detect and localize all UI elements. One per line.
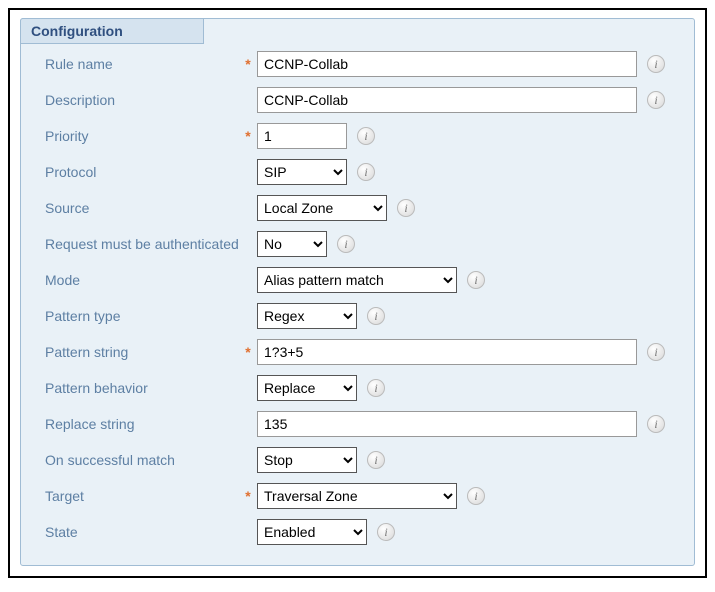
input-replace-string[interactable] <box>257 411 637 437</box>
window-frame: Configuration Rule name * i Description … <box>8 8 707 578</box>
row-replace-string: Replace string i <box>39 411 676 437</box>
label-priority: Priority <box>39 128 239 144</box>
label-state: State <box>39 524 239 540</box>
label-source: Source <box>39 200 239 216</box>
select-mode[interactable]: Alias pattern match <box>257 267 457 293</box>
info-icon[interactable]: i <box>377 523 395 541</box>
label-auth: Request must be authenticated <box>39 236 239 252</box>
input-rule-name[interactable] <box>257 51 637 77</box>
row-priority: Priority * i <box>39 123 676 149</box>
row-pattern-behavior: Pattern behavior Replace i <box>39 375 676 401</box>
info-icon[interactable]: i <box>357 127 375 145</box>
label-description: Description <box>39 92 239 108</box>
label-protocol: Protocol <box>39 164 239 180</box>
info-icon[interactable]: i <box>647 343 665 361</box>
label-target: Target <box>39 488 239 504</box>
info-icon[interactable]: i <box>357 163 375 181</box>
required-marker: * <box>239 344 257 360</box>
panel-title: Configuration <box>20 18 204 44</box>
select-pattern-type[interactable]: Regex <box>257 303 357 329</box>
required-marker: * <box>239 56 257 72</box>
required-marker: * <box>239 128 257 144</box>
select-auth[interactable]: No <box>257 231 327 257</box>
configuration-panel: Configuration Rule name * i Description … <box>20 18 695 566</box>
label-mode: Mode <box>39 272 239 288</box>
label-rule-name: Rule name <box>39 56 239 72</box>
select-target[interactable]: Traversal Zone <box>257 483 457 509</box>
select-on-match[interactable]: Stop <box>257 447 357 473</box>
info-icon[interactable]: i <box>467 271 485 289</box>
input-description[interactable] <box>257 87 637 113</box>
row-protocol: Protocol SIP i <box>39 159 676 185</box>
label-pattern-behavior: Pattern behavior <box>39 380 239 396</box>
input-pattern-string[interactable] <box>257 339 637 365</box>
select-protocol[interactable]: SIP <box>257 159 347 185</box>
row-auth: Request must be authenticated No i <box>39 231 676 257</box>
info-icon[interactable]: i <box>367 451 385 469</box>
row-pattern-type: Pattern type Regex i <box>39 303 676 329</box>
row-source: Source Local Zone i <box>39 195 676 221</box>
label-on-match: On successful match <box>39 452 239 468</box>
info-icon[interactable]: i <box>337 235 355 253</box>
input-priority[interactable] <box>257 123 347 149</box>
info-icon[interactable]: i <box>647 55 665 73</box>
row-description: Description i <box>39 87 676 113</box>
row-target: Target * Traversal Zone i <box>39 483 676 509</box>
select-state[interactable]: Enabled <box>257 519 367 545</box>
info-icon[interactable]: i <box>647 91 665 109</box>
info-icon[interactable]: i <box>647 415 665 433</box>
row-on-match: On successful match Stop i <box>39 447 676 473</box>
row-state: State Enabled i <box>39 519 676 545</box>
label-pattern-type: Pattern type <box>39 308 239 324</box>
info-icon[interactable]: i <box>367 307 385 325</box>
row-rule-name: Rule name * i <box>39 51 676 77</box>
label-replace-string: Replace string <box>39 416 239 432</box>
required-marker: * <box>239 488 257 504</box>
label-pattern-string: Pattern string <box>39 344 239 360</box>
info-icon[interactable]: i <box>397 199 415 217</box>
row-pattern-string: Pattern string * i <box>39 339 676 365</box>
row-mode: Mode Alias pattern match i <box>39 267 676 293</box>
select-source[interactable]: Local Zone <box>257 195 387 221</box>
select-pattern-behavior[interactable]: Replace <box>257 375 357 401</box>
info-icon[interactable]: i <box>367 379 385 397</box>
info-icon[interactable]: i <box>467 487 485 505</box>
